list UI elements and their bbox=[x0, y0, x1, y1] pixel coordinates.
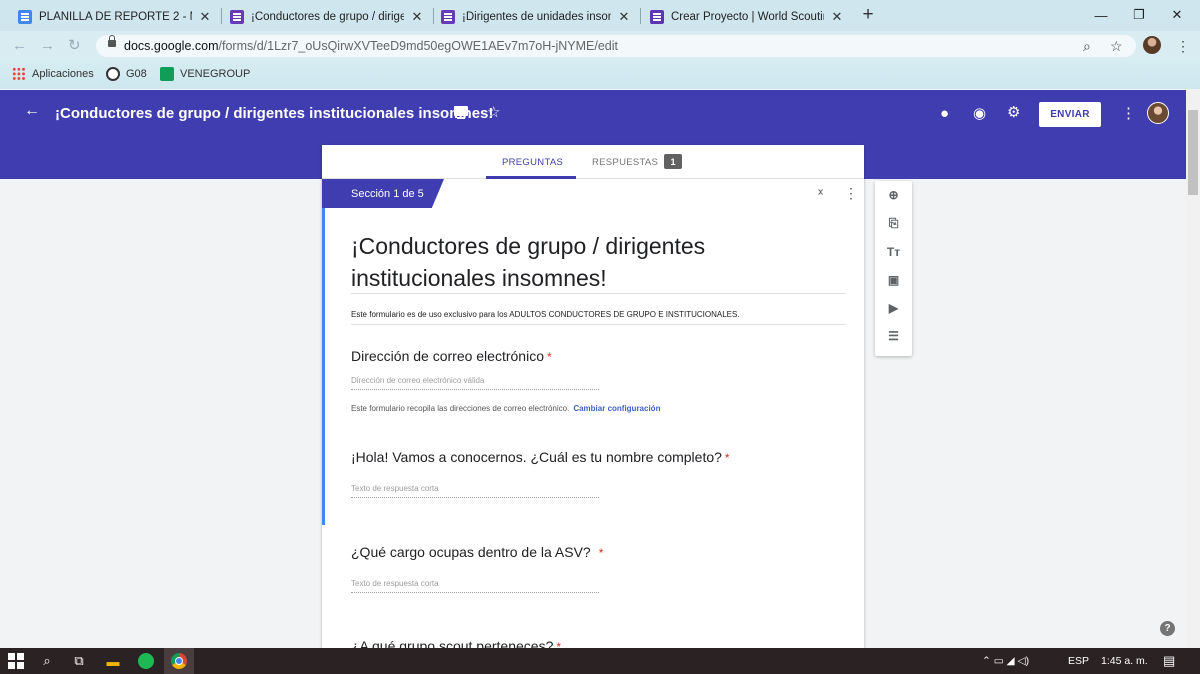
notifications-icon[interactable]: ▤ bbox=[1163, 653, 1175, 669]
url-domain: docs.google.com bbox=[124, 39, 219, 53]
zoom-icon[interactable]: ⌕ bbox=[1083, 38, 1091, 55]
close-tab-icon[interactable]: ✕ bbox=[617, 9, 631, 25]
scrollbar-thumb[interactable] bbox=[1188, 110, 1198, 195]
reload-icon[interactable]: ↻ bbox=[68, 36, 81, 54]
bookmark-apps[interactable]: Aplicaciones bbox=[12, 67, 94, 81]
add-title-icon[interactable]: Tт bbox=[875, 238, 912, 266]
email-collection-note: Este formulario recopila las direcciones… bbox=[351, 404, 660, 413]
url-path: /forms/d/1Lzr7_oUsQirwXVTeeD9md50egOWE1A… bbox=[218, 39, 618, 53]
search-icon[interactable]: ⌕ bbox=[39, 653, 55, 669]
import-questions-icon[interactable]: ⎘ bbox=[875, 209, 912, 237]
add-video-icon[interactable]: ▶ bbox=[875, 294, 912, 322]
tab-respuestas[interactable]: RESPUESTAS bbox=[592, 157, 658, 168]
tab-title: PLANILLA DE REPORTE 2 - Mensu bbox=[39, 11, 192, 23]
form-card: PREGUNTAS RESPUESTAS 1 Sección 1 de 5 ⌄ ⌃… bbox=[322, 145, 864, 650]
tab-title: ¡Conductores de grupo / dirigent bbox=[251, 11, 404, 23]
profile-avatar[interactable] bbox=[1143, 36, 1161, 54]
email-question-label: Dirección de correo electrónico * bbox=[351, 348, 552, 364]
title-underline bbox=[351, 293, 846, 294]
form-description[interactable]: Este formulario es de uso exclusivo para… bbox=[351, 310, 740, 319]
new-tab-button[interactable]: + bbox=[858, 4, 878, 26]
responses-count-badge: 1 bbox=[664, 154, 682, 169]
scouting-icon bbox=[650, 10, 664, 24]
bookmark-star-icon[interactable]: ☆ bbox=[1110, 38, 1123, 55]
add-section-icon[interactable]: ☰ bbox=[875, 322, 912, 350]
required-mark: * bbox=[598, 546, 604, 560]
add-image-icon[interactable]: ▣ bbox=[875, 266, 912, 294]
account-avatar[interactable] bbox=[1147, 102, 1169, 124]
role-question-label[interactable]: ¿Qué cargo ocupas dentro de la ASV? * bbox=[351, 544, 603, 560]
form-title[interactable]: ¡Conductores de grupo / dirigentes insti… bbox=[351, 230, 846, 294]
section-more-icon[interactable]: ⋮ bbox=[844, 185, 858, 202]
close-tab-icon[interactable]: ✕ bbox=[830, 9, 844, 25]
forms-icon bbox=[230, 10, 244, 24]
venegroup-icon bbox=[160, 67, 174, 81]
section-label: Sección 1 de 5 bbox=[322, 179, 444, 208]
required-mark: * bbox=[724, 451, 730, 465]
description-underline bbox=[351, 324, 846, 325]
change-settings-link[interactable]: Cambiar configuración bbox=[573, 404, 660, 413]
url-text[interactable]: docs.google.com/forms/d/1Lzr7_oUsQirwXVT… bbox=[124, 39, 618, 53]
browser-tab-dirigentes[interactable]: ¡Dirigentes de unidades insomne ✕ bbox=[433, 3, 639, 31]
tab-title: Crear Proyecto | World Scouting bbox=[671, 11, 824, 23]
restore-icon[interactable]: ❐ bbox=[1120, 0, 1158, 30]
sheets-icon bbox=[18, 10, 32, 24]
back-icon[interactable]: ← bbox=[12, 37, 27, 54]
browser-tab-conductores[interactable]: ¡Conductores de grupo / dirigent ✕ bbox=[222, 3, 432, 31]
close-tab-icon[interactable]: ✕ bbox=[198, 9, 212, 25]
bookmark-label: G08 bbox=[126, 68, 147, 80]
browser-tab-world-scouting[interactable]: Crear Proyecto | World Scouting ✕ bbox=[642, 3, 852, 31]
tray-icons[interactable]: ⌃ ▭ ◢ ◁) bbox=[982, 655, 1029, 667]
g08-icon bbox=[106, 67, 120, 81]
spotify-icon[interactable] bbox=[138, 653, 154, 669]
palette-icon[interactable]: ● bbox=[940, 105, 949, 122]
bookmark-venegroup[interactable]: VENEGROUP bbox=[160, 67, 250, 81]
bookmark-g08[interactable]: G08 bbox=[106, 67, 147, 81]
chrome-icon[interactable] bbox=[171, 653, 187, 669]
email-field[interactable]: Dirección de correo electrónico válida bbox=[351, 376, 599, 390]
settings-gear-icon[interactable]: ⚙ bbox=[1007, 103, 1020, 121]
close-tab-icon[interactable]: ✕ bbox=[410, 9, 424, 25]
question-text: Dirección de correo electrónico bbox=[351, 348, 544, 364]
question-toolbar: ⊕ ⎘ Tт ▣ ▶ ☰ bbox=[875, 181, 912, 356]
task-view-icon[interactable]: ⧉ bbox=[71, 653, 87, 669]
bookmark-label: VENEGROUP bbox=[180, 68, 251, 80]
tab-title: ¡Dirigentes de unidades insomne bbox=[462, 11, 611, 23]
apps-grid-icon bbox=[12, 67, 26, 81]
windows-start-icon[interactable] bbox=[8, 653, 24, 669]
menu-kebab-icon[interactable]: ⋮ bbox=[1176, 38, 1190, 55]
role-answer-field[interactable]: Texto de respuesta corta bbox=[351, 579, 599, 593]
forward-icon[interactable]: → bbox=[40, 37, 55, 54]
note-text: Este formulario recopila las direcciones… bbox=[351, 404, 570, 413]
minimize-icon[interactable]: — bbox=[1082, 0, 1120, 30]
collapse-section-icon[interactable]: ⌄ ⌃ bbox=[816, 184, 825, 203]
input-language[interactable]: ESP bbox=[1068, 655, 1089, 667]
name-answer-field[interactable]: Texto de respuesta corta bbox=[351, 484, 599, 498]
form-name[interactable]: ¡Conductores de grupo / dirigentes insti… bbox=[55, 105, 493, 122]
close-window-icon[interactable]: ✕ bbox=[1158, 0, 1196, 30]
forms-icon bbox=[441, 10, 455, 24]
tab-divider bbox=[640, 8, 641, 24]
folder-icon[interactable] bbox=[454, 106, 468, 119]
question-text: ¡Hola! Vamos a conocernos. ¿Cuál es tu n… bbox=[351, 449, 722, 465]
required-mark: * bbox=[546, 350, 552, 364]
add-question-icon[interactable]: ⊕ bbox=[875, 181, 912, 209]
browser-tab-planilla[interactable]: PLANILLA DE REPORTE 2 - Mensu ✕ bbox=[10, 3, 220, 31]
section-focus-bar bbox=[322, 179, 325, 525]
preview-eye-icon[interactable]: ◉ bbox=[973, 104, 986, 122]
file-explorer-icon[interactable]: ▬ bbox=[105, 653, 121, 669]
help-icon[interactable]: ? bbox=[1160, 621, 1175, 636]
tab-preguntas[interactable]: PREGUNTAS bbox=[502, 157, 563, 168]
back-arrow-icon[interactable]: ← bbox=[24, 102, 40, 120]
lock-icon bbox=[108, 35, 116, 47]
bookmark-label: Aplicaciones bbox=[32, 68, 94, 80]
star-icon[interactable]: ☆ bbox=[487, 103, 500, 121]
more-options-icon[interactable]: ⋮ bbox=[1121, 104, 1136, 122]
clock[interactable]: 1:45 a. m. bbox=[1101, 655, 1148, 667]
question-text: ¿Qué cargo ocupas dentro de la ASV? bbox=[351, 544, 591, 560]
active-tab-indicator bbox=[486, 176, 576, 179]
send-button[interactable]: ENVIAR bbox=[1039, 102, 1101, 127]
name-question-label[interactable]: ¡Hola! Vamos a conocernos. ¿Cuál es tu n… bbox=[351, 449, 730, 465]
